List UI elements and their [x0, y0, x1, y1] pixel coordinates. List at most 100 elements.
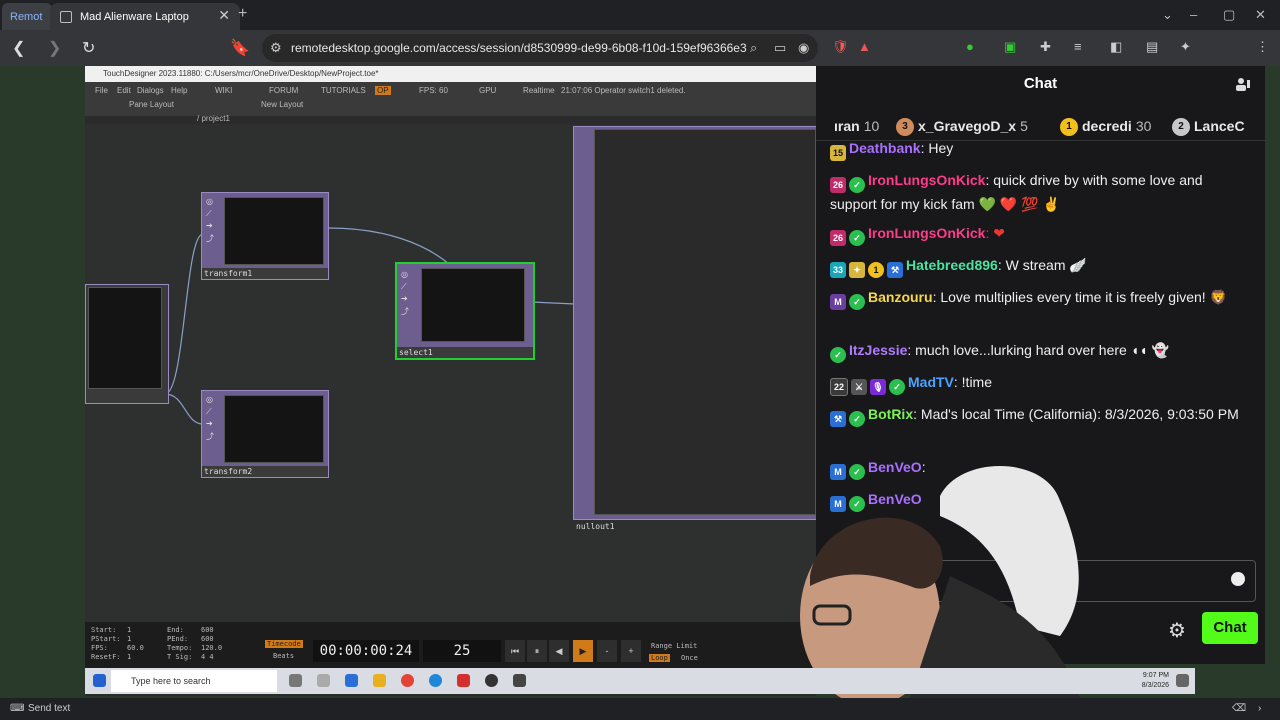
realtime-toggle[interactable]: Realtime — [523, 86, 555, 95]
arrow-icon[interactable]: › — [1258, 698, 1261, 720]
rewards-icon[interactable]: ▲ — [858, 39, 871, 54]
beats-tab[interactable]: Beats — [273, 652, 294, 660]
chat-username[interactable]: IronLungsOnKick — [868, 172, 985, 188]
windows-start-icon[interactable] — [93, 674, 106, 687]
chat-message[interactable]: 26 ✓ IronLungsOnKick: ❤ — [830, 222, 1250, 246]
play-button[interactable]: ▶ — [573, 640, 593, 662]
rewind-button[interactable]: ⏮ — [505, 640, 525, 662]
operator-nullout1[interactable]: nullout1 — [573, 126, 817, 531]
chat-title: Chat — [1023, 75, 1058, 92]
chat-message[interactable]: 15 Deathbank: Hey — [830, 137, 1250, 161]
menu-icon[interactable]: ⋮ — [1256, 39, 1269, 55]
chat-username[interactable]: Deathbank — [849, 140, 921, 156]
close-icon[interactable]: ✕ — [218, 7, 230, 24]
menu-op[interactable]: OP — [375, 86, 391, 95]
folder-icon[interactable] — [373, 674, 386, 687]
touchdesigner-icon[interactable] — [513, 674, 526, 687]
browser-tab-bar: Remot Mad Alienware Laptop ✕ + ⌄ – ▢ ✕ — [0, 0, 1280, 30]
hide-icon[interactable]: ◉ — [798, 40, 809, 56]
chat-send-button[interactable]: Chat — [1202, 612, 1258, 644]
taskbar-search[interactable]: Type here to search — [111, 670, 277, 692]
menu-help[interactable]: Help — [171, 86, 187, 95]
bookmark-icon[interactable]: 🔖 — [230, 38, 250, 58]
gear-icon[interactable]: ⚙ — [1168, 618, 1186, 643]
timecode-display[interactable]: 00:00:00:24 — [313, 640, 419, 662]
taskbar-clock[interactable]: 9:07 PM 8/3/2026 — [1142, 671, 1169, 691]
maximize-icon[interactable]: ▢ — [1223, 7, 1235, 23]
chat-message[interactable]: 33 ✦ 1 ⚒ Hatebreed896: W stream 🪽 — [830, 254, 1250, 278]
network-editor[interactable]: ◎ ⟋ ➔ ⤴ transform1 ◎ ⟋ ➔ ⤴ select1 ◎ ⟋ ➔… — [85, 124, 817, 624]
send-text-label[interactable]: Send text — [28, 698, 70, 720]
keyboard-icon[interactable]: ⌨ — [10, 698, 24, 720]
new-layout-label[interactable]: New Layout — [261, 100, 303, 109]
operator-transform2[interactable]: ◎ ⟋ ➔ ⤴ transform2 — [201, 390, 329, 478]
site-settings-icon[interactable]: ⚙ — [270, 40, 282, 56]
address-bar[interactable]: ⚙ remotedesktop.google.com/access/sessio… — [262, 34, 818, 62]
edge-icon[interactable] — [429, 674, 442, 687]
once-toggle[interactable]: Once — [681, 654, 698, 662]
gift-icon: ✦ — [849, 262, 865, 278]
pause-button[interactable]: ⏸ — [527, 640, 547, 662]
app-icon[interactable] — [317, 674, 330, 687]
remote-desktop-view[interactable]: TouchDesigner 2023.11880: C:/Users/mcr/O… — [0, 66, 1280, 698]
back-icon[interactable]: ❮ — [12, 38, 25, 58]
opera-icon[interactable] — [457, 674, 470, 687]
emoji-icon[interactable] — [1231, 572, 1245, 586]
chat-username[interactable]: BotRix — [868, 406, 913, 422]
menu-dialogs[interactable]: Dialogs — [137, 86, 164, 95]
reload-icon[interactable]: ↻ — [82, 38, 95, 58]
forward-icon[interactable]: ❯ — [48, 38, 61, 58]
minimize-icon[interactable]: – — [1190, 7, 1197, 22]
chevron-down-icon[interactable]: ⌄ — [1162, 7, 1173, 23]
frame-display[interactable]: 25 — [423, 640, 501, 662]
operator-select1[interactable]: ◎ ⟋ ➔ ⤴ select1 — [395, 262, 535, 360]
playlist-icon[interactable]: ≡ — [1074, 39, 1082, 54]
close-window-icon[interactable]: ✕ — [1255, 7, 1266, 23]
chat-message[interactable]: ✓ ItzJessie: much love...lurking hard ove… — [830, 339, 1250, 363]
tab-remote-desktop[interactable]: Remot — [2, 3, 52, 30]
menu-file[interactable]: File — [95, 86, 108, 95]
sidebar-icon[interactable]: ◧ — [1110, 39, 1122, 55]
chat-username[interactable]: Banzouru — [868, 289, 933, 305]
menu-wiki[interactable]: WIKI — [215, 86, 232, 95]
leaderboard-item[interactable]: 1 decredi 30 — [1060, 118, 1151, 137]
tab-mad-alienware[interactable]: Mad Alienware Laptop ✕ — [50, 3, 240, 30]
cast-icon[interactable]: ▭ — [774, 40, 786, 56]
menu-forum[interactable]: FORUM — [269, 86, 298, 95]
chat-message[interactable]: 26 ✓ IronLungsOnKick: quick drive by with … — [830, 169, 1250, 215]
chat-message[interactable]: ⚒ ✓ BotRix: Mad's local Time (California):… — [830, 403, 1250, 427]
wallet-icon[interactable]: ▤ — [1146, 39, 1158, 55]
menu-tutorials[interactable]: TUTORIALS — [321, 86, 366, 95]
chat-message[interactable]: M ✓ Banzouru: Love multiplies every time i… — [830, 286, 1250, 310]
users-icon[interactable] — [1235, 76, 1251, 92]
plus-button[interactable]: + — [621, 640, 641, 662]
zoom-icon[interactable]: ⌕ — [750, 40, 757, 56]
leaderboard-item[interactable]: ıran 10 — [834, 118, 879, 134]
chrome-icon[interactable] — [401, 674, 414, 687]
new-tab-icon[interactable]: + — [238, 5, 247, 23]
leo-icon[interactable]: ✦ — [1180, 39, 1191, 55]
task-view-icon[interactable] — [289, 674, 302, 687]
brave-shield-icon[interactable]: 🛡 — [832, 39, 849, 55]
extension-xbox-icon[interactable]: ▣ — [1004, 39, 1016, 55]
store-icon[interactable] — [345, 674, 358, 687]
chat-username[interactable]: Hatebreed896 — [906, 257, 998, 273]
operator-transform1[interactable]: ◎ ⟋ ➔ ⤴ transform1 — [201, 192, 329, 280]
extension-green-icon[interactable]: ● — [966, 39, 974, 54]
chat-username[interactable]: ItzJessie — [849, 342, 907, 358]
leaderboard-item[interactable]: 3 x_GravegoD_x 5 — [896, 118, 1028, 137]
menu-edit[interactable]: Edit — [117, 86, 131, 95]
minus-button[interactable]: - — [597, 640, 617, 662]
step-back-button[interactable]: ◀ — [549, 640, 569, 662]
clear-icon[interactable]: ⌫ — [1232, 698, 1246, 720]
timecode-tab[interactable]: Timecode — [265, 640, 303, 648]
extensions-icon[interactable]: ✚ — [1040, 39, 1051, 55]
loop-toggle[interactable]: Loop — [649, 654, 670, 662]
chat-username[interactable]: IronLungsOnKick — [868, 225, 985, 241]
obs-icon[interactable] — [485, 674, 498, 687]
chat-message[interactable]: 22 ⚔ 🎙 ✓ MadTV: !time — [830, 371, 1250, 396]
operator-partial[interactable] — [85, 284, 169, 404]
chat-username[interactable]: MadTV — [908, 374, 954, 390]
notification-icon[interactable] — [1176, 674, 1189, 687]
leaderboard-item[interactable]: 2 LanceC — [1172, 118, 1245, 137]
